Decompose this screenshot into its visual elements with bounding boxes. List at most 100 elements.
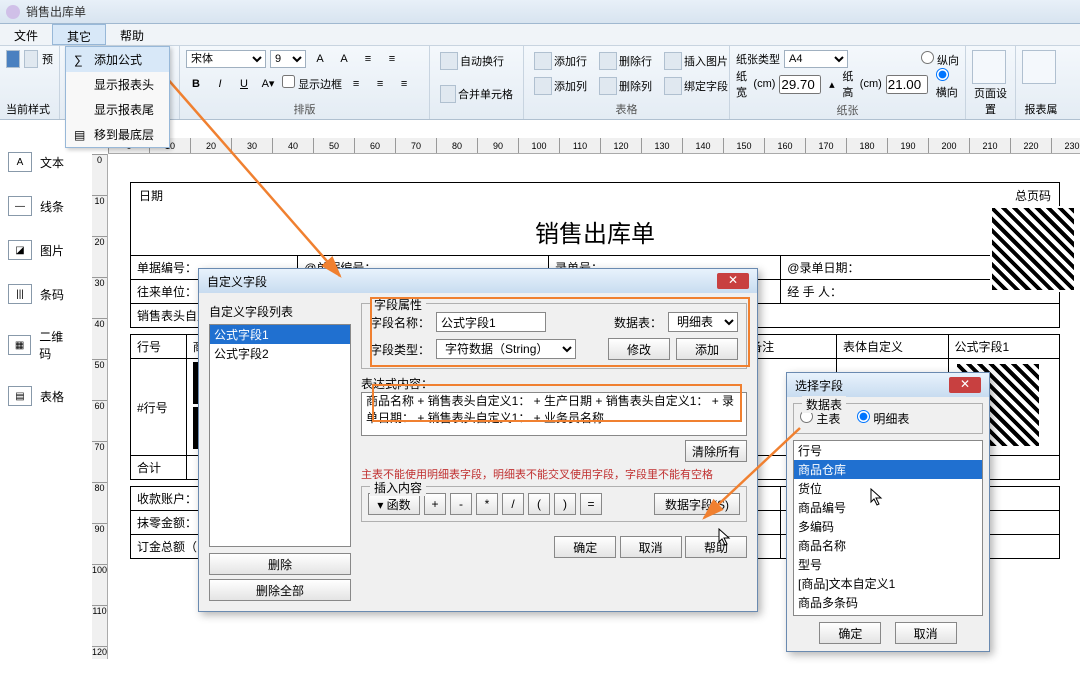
list-item[interactable]: 货位 — [794, 479, 982, 498]
line-icon: — — [8, 196, 32, 216]
add-col-icon — [534, 77, 552, 95]
op-rparen[interactable]: ) — [554, 493, 576, 515]
list-item[interactable]: 商品多条码 — [794, 593, 982, 612]
list-item[interactable]: 公式字段2 — [210, 344, 350, 363]
menu-other[interactable]: 其它 — [52, 24, 106, 45]
del-row-button[interactable]: 删除行 — [595, 50, 656, 72]
title-bar: 销售出库单 — [0, 0, 1080, 24]
list-item[interactable]: [商品]文本自定义1 — [794, 574, 982, 593]
op-mul[interactable]: * — [476, 493, 498, 515]
add-col-button[interactable]: 添加列 — [530, 75, 591, 97]
list-item[interactable]: 商品名称 — [794, 536, 982, 555]
tool-barcode[interactable]: |||条码 — [0, 272, 82, 316]
stepper-icon[interactable]: ▴ — [825, 75, 838, 93]
landscape-radio[interactable]: 横向 — [936, 68, 959, 100]
align-l2-icon[interactable]: ≡ — [346, 75, 366, 93]
merge-cells-button[interactable]: 合并单元格 — [436, 83, 517, 105]
paper-h-input[interactable] — [886, 75, 928, 94]
field-type-select[interactable]: 字符数据（String） — [436, 339, 576, 359]
menu-show-footer[interactable]: 显示报表尾 — [66, 97, 169, 122]
text-icon: A — [8, 152, 32, 172]
font-size-select[interactable]: 9 — [270, 50, 306, 68]
save-icon[interactable] — [6, 50, 20, 68]
dlg1-help-button[interactable]: 帮助 — [685, 536, 747, 558]
portrait-radio[interactable]: 纵向 — [921, 51, 959, 68]
tool-table[interactable]: ▤表格 — [0, 374, 82, 418]
col-body-custom: 表体自定义 — [843, 340, 903, 354]
at-entry-date: @录单日期： — [787, 261, 859, 275]
op-eq[interactable]: = — [580, 493, 602, 515]
preview-label: 预 — [42, 51, 53, 67]
list-item[interactable]: 公式字段1 — [210, 325, 350, 344]
bold-icon[interactable]: B — [186, 75, 206, 93]
del-col-button[interactable]: 删除列 — [595, 75, 656, 97]
op-plus[interactable]: + — [424, 493, 446, 515]
shrink-font-icon[interactable]: A — [334, 50, 354, 68]
dlg1-cancel-button[interactable]: 取消 — [620, 536, 682, 558]
list-item[interactable]: 商品编号 — [794, 498, 982, 517]
field-type-label: 字段类型： — [370, 341, 430, 358]
dlg2-ok-button[interactable]: 确定 — [819, 622, 881, 644]
menu-add-formula[interactable]: ∑添加公式 — [66, 47, 169, 72]
field-attr-group: 字段属性 字段名称： 数据表： 明细表 字段类型： 字符数据（String） 修… — [361, 303, 747, 369]
tool-line[interactable]: —线条 — [0, 184, 82, 228]
field-select-listbox[interactable]: 行号商品仓库货位商品编号多编码商品名称型号[商品]文本自定义1商品多条码业务员名… — [793, 440, 983, 616]
insert-legend: 插入内容 — [370, 479, 426, 496]
current-style-label: 当前样式 — [6, 101, 50, 117]
list-item[interactable]: 业务员名称 — [794, 612, 982, 616]
op-div[interactable]: / — [502, 493, 524, 515]
show-border-check[interactable]: 显示边框 — [282, 75, 342, 92]
dlg1-close-button[interactable]: ✕ — [717, 273, 749, 289]
expr-textarea[interactable] — [361, 392, 747, 436]
add-row-button[interactable]: 添加行 — [530, 50, 591, 72]
font-color-icon[interactable]: A▾ — [258, 75, 278, 93]
ruler-vertical: 0102030405060708090100110120 — [92, 154, 108, 659]
list-item[interactable]: 型号 — [794, 555, 982, 574]
paper-type-select[interactable]: A4 — [784, 50, 848, 68]
tool-qrcode[interactable]: ▦二维码 — [0, 316, 82, 374]
menu-show-header[interactable]: 显示报表头 — [66, 72, 169, 97]
delete-all-button[interactable]: 删除全部 — [209, 579, 351, 601]
main-table-radio[interactable]: 主表 — [800, 412, 840, 426]
menu-file[interactable]: 文件 — [0, 24, 52, 45]
delete-field-button[interactable]: 删除 — [209, 553, 351, 575]
underline-icon[interactable]: U — [234, 75, 254, 93]
list-item[interactable]: 商品仓库 — [794, 460, 982, 479]
list-item[interactable]: 多编码 — [794, 517, 982, 536]
menu-help[interactable]: 帮助 — [106, 24, 158, 45]
page-setup-button[interactable] — [972, 50, 1006, 84]
align-c2-icon[interactable]: ≡ — [370, 75, 390, 93]
list-item[interactable]: 行号 — [794, 441, 982, 460]
detail-table-radio[interactable]: 明细表 — [857, 412, 909, 426]
autowrap-button[interactable]: 自动换行 — [436, 50, 517, 72]
data-field-button[interactable]: 数据字段(S) — [654, 493, 740, 515]
dlg2-cancel-button[interactable]: 取消 — [895, 622, 957, 644]
dlg2-close-button[interactable]: ✕ — [949, 377, 981, 393]
align-r2-icon[interactable]: ≡ — [394, 75, 414, 93]
grow-font-icon[interactable]: A — [310, 50, 330, 68]
bind-field-button[interactable]: 绑定字段 — [660, 75, 732, 97]
menu-move-bottom[interactable]: ▤移到最底层 — [66, 122, 169, 147]
col-row: 行号 — [137, 340, 161, 354]
op-minus[interactable]: - — [450, 493, 472, 515]
align-center-icon[interactable]: ≡ — [382, 50, 402, 68]
menu-show-footer-label: 显示报表尾 — [94, 101, 154, 118]
preview-icon[interactable] — [24, 50, 38, 68]
field-name-input[interactable] — [436, 312, 546, 332]
merge-icon — [440, 85, 456, 103]
report-attr-button[interactable] — [1022, 50, 1056, 84]
op-lparen[interactable]: ( — [528, 493, 550, 515]
func-button[interactable]: ▾ 函数 — [368, 493, 420, 515]
paper-w-input[interactable] — [779, 75, 821, 94]
dlg1-ok-button[interactable]: 确定 — [554, 536, 616, 558]
clear-all-button[interactable]: 清除所有 — [685, 440, 747, 462]
add-button[interactable]: 添加 — [676, 338, 738, 360]
modify-button[interactable]: 修改 — [608, 338, 670, 360]
field-listbox[interactable]: 公式字段1 公式字段2 — [209, 324, 351, 547]
data-table-select[interactable]: 明细表 — [668, 312, 738, 332]
italic-icon[interactable]: I — [210, 75, 230, 93]
tool-image[interactable]: ◪图片 — [0, 228, 82, 272]
align-left-icon[interactable]: ≡ — [358, 50, 378, 68]
insert-pic-button[interactable]: 插入图片 — [660, 50, 732, 72]
font-select[interactable]: 宋体 — [186, 50, 266, 68]
